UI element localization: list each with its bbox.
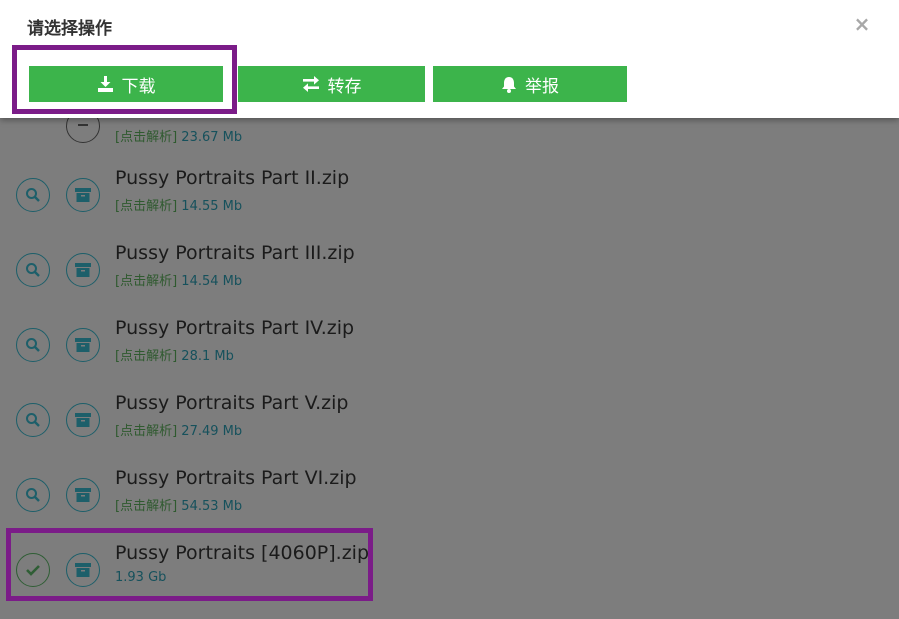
file-meta: [点击解析] 27.49 Mb [115,420,242,439]
file-icon [78,124,88,126]
search-icon [26,188,40,202]
parse-link[interactable]: [点击解析] [115,499,177,514]
selected-checkbox[interactable] [16,553,50,587]
transfer-label: 转存 [327,76,362,97]
file-size: 27.49 Mb [181,424,243,439]
download-icon [97,76,113,92]
preview-button[interactable] [16,178,50,212]
file-row[interactable]: Pussy Portraits Part III.zip [点击解析] 14.5… [0,242,899,319]
file-name[interactable]: Pussy Portraits Part III.zip [115,242,355,264]
bell-icon [502,76,516,93]
parse-link[interactable]: [点击解析] [115,274,177,289]
file-meta: [点击解析] 28.1 Mb [115,345,234,364]
action-dialog: 请选择操作 × 下载 转存 举报 [0,0,899,118]
transfer-button[interactable]: 转存 [238,66,425,102]
search-icon [26,488,40,502]
preview-button[interactable] [16,478,50,512]
transfer-icon [302,76,319,92]
search-icon [26,338,40,352]
archive-icon [75,563,91,577]
preview-button[interactable] [16,403,50,437]
file-row[interactable]: Pussy Portraits Part VI.zip [点击解析] 54.53… [0,467,899,544]
archive-button[interactable] [66,178,100,212]
file-size: 28.1 Mb [181,349,234,364]
file-name[interactable]: Pussy Portraits Part VI.zip [115,467,357,489]
dialog-title: 请选择操作 [27,19,112,39]
file-meta: [点击解析] 54.53 Mb [115,495,242,514]
download-label: 下载 [121,76,156,97]
preview-button[interactable] [16,253,50,287]
file-row[interactable]: Pussy Portraits Part II.zip [点击解析] 14.55… [0,167,899,244]
search-icon [26,263,40,277]
archive-button[interactable] [66,478,100,512]
report-button[interactable]: 举报 [433,66,627,102]
preview-button[interactable] [16,328,50,362]
search-icon [26,413,40,427]
file-row[interactable]: Pussy Portraits Part IV.zip [点击解析] 28.1 … [0,317,899,394]
archive-icon [75,413,91,427]
archive-button[interactable] [66,253,100,287]
archive-button[interactable] [66,328,100,362]
parse-link[interactable]: [点击解析] [115,349,177,364]
file-meta: [点击解析] 14.55 Mb [115,195,242,214]
file-meta: [点击解析] 23.67 Mb [115,126,242,145]
file-meta: [点击解析] 14.54 Mb [115,270,242,289]
file-row-selected[interactable]: Pussy Portraits [4060P].zip 1.93 Gb [0,542,899,619]
file-name[interactable]: Pussy Portraits Part V.zip [115,392,348,414]
file-size: 14.54 Mb [181,274,243,289]
archive-button[interactable] [66,553,100,587]
file-name[interactable]: Pussy Portraits Part IV.zip [115,317,354,339]
close-icon[interactable]: × [852,14,872,34]
file-size: 54.53 Mb [181,499,243,514]
archive-icon [75,338,91,352]
file-name[interactable]: Pussy Portraits [4060P].zip [115,542,369,564]
file-name[interactable]: Pussy Portraits Part II.zip [115,167,349,189]
file-size: 23.67 Mb [181,130,243,145]
archive-button[interactable] [66,403,100,437]
check-icon [26,565,40,576]
file-size: 1.93 Gb [115,570,167,585]
parse-link[interactable]: [点击解析] [115,424,177,439]
archive-icon [75,263,91,277]
report-label: 举报 [525,76,559,97]
file-size: 14.55 Mb [181,199,243,214]
file-row[interactable]: Pussy Portraits Part V.zip [点击解析] 27.49 … [0,392,899,469]
archive-icon [75,488,91,502]
archive-icon [75,188,91,202]
parse-link[interactable]: [点击解析] [115,199,177,214]
parse-link[interactable]: [点击解析] [115,130,177,145]
download-button[interactable]: 下载 [29,66,223,102]
